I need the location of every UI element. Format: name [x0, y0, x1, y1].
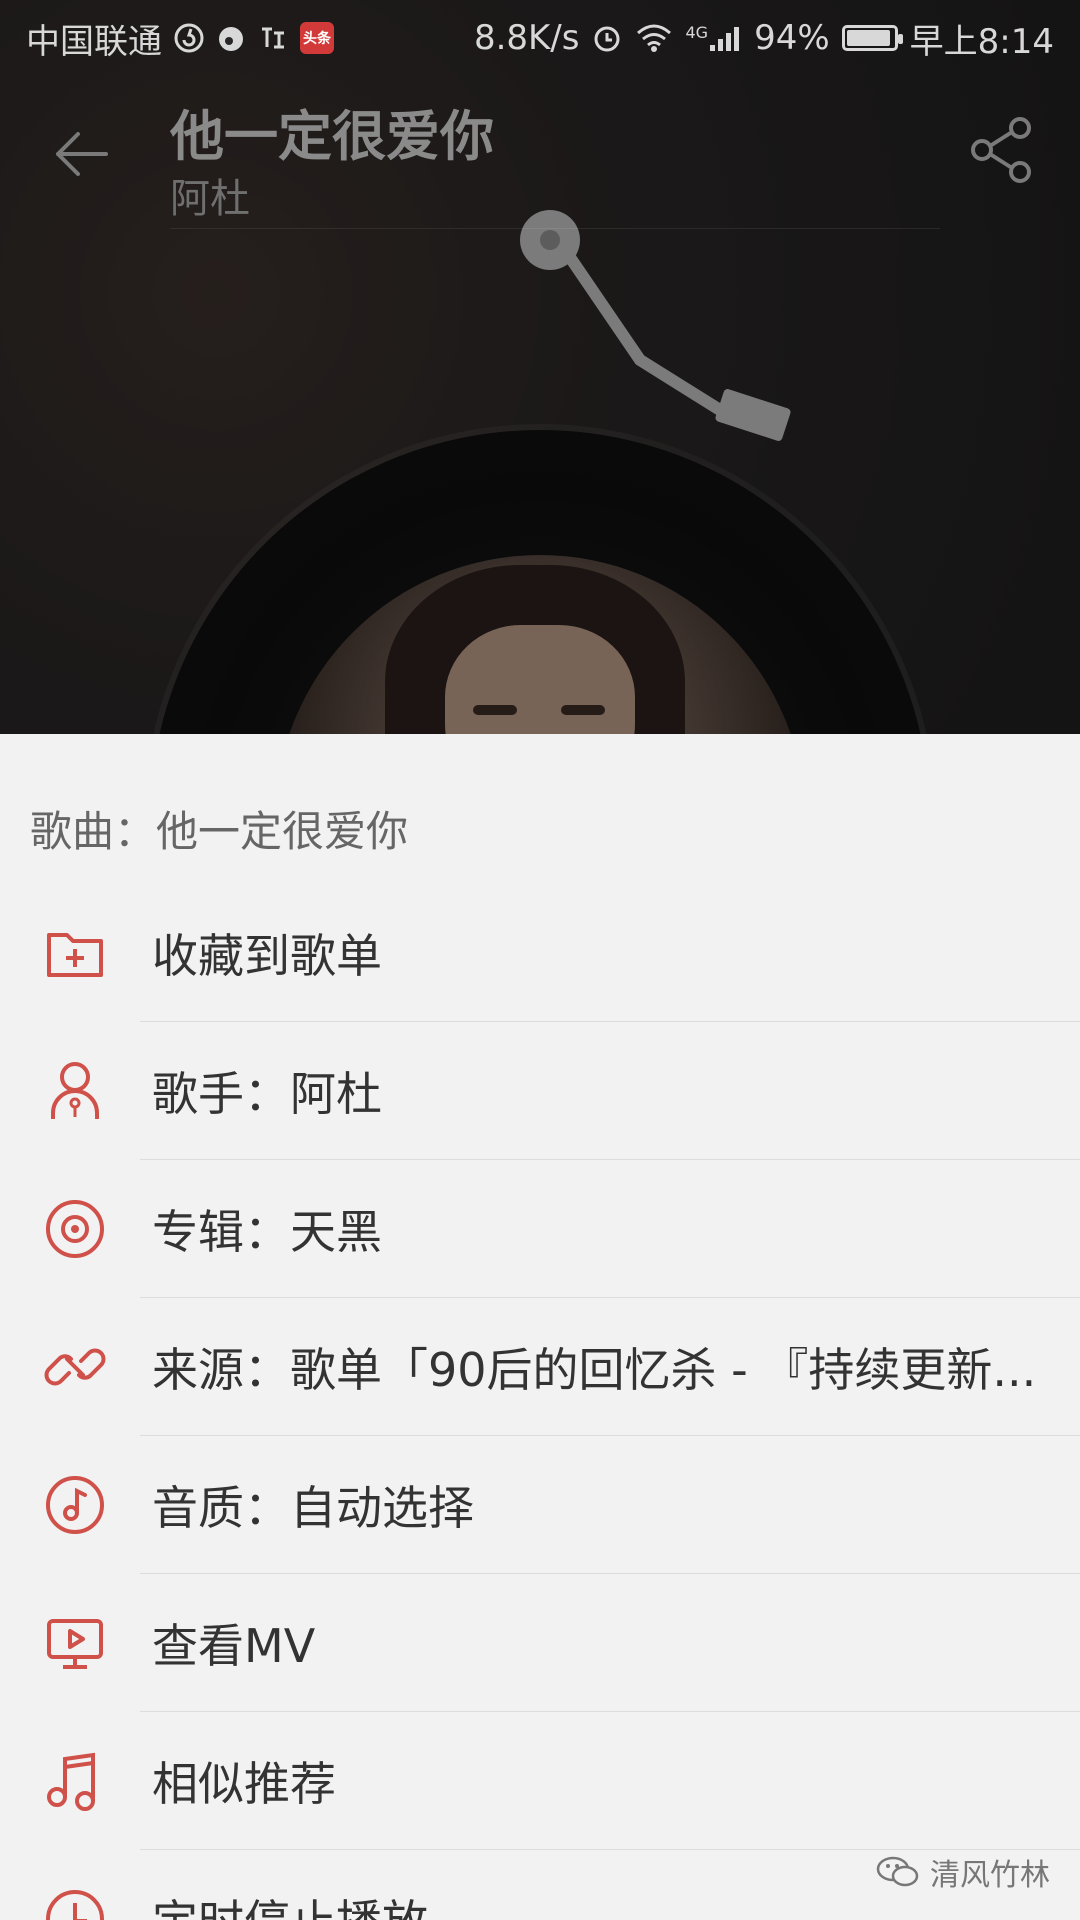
- menu-item-source[interactable]: 来源：歌单「90后的回忆杀 - 『持续更新...: [0, 1298, 1080, 1436]
- signal-icon: 4G: [685, 23, 742, 53]
- carrier-text: 中国联通: [26, 21, 162, 62]
- music-note-icon: [40, 1746, 110, 1816]
- share-button[interactable]: [964, 112, 1040, 188]
- status-left: 中国联通 头条: [26, 14, 334, 63]
- song-options-sheet: 歌曲：他一定很爱你 收藏到歌单 歌手：阿杜 专辑：天黑 来源：歌单「90后的回忆…: [0, 734, 1080, 1920]
- battery-icon: [841, 25, 903, 51]
- menu-label: 歌手：阿杜: [152, 1067, 382, 1121]
- menu-item-singer[interactable]: 歌手：阿杜: [0, 1022, 1080, 1160]
- xiami-icon: [258, 23, 288, 53]
- player-header: 他一定很爱你 阿杜: [0, 86, 1080, 229]
- wifi-icon: [635, 23, 673, 53]
- options-menu: 收藏到歌单 歌手：阿杜 专辑：天黑 来源：歌单「90后的回忆杀 - 『持续更新.…: [0, 884, 1080, 1920]
- menu-label: 专辑：天黑: [152, 1205, 382, 1259]
- status-right: 8.8K/s 4G 94% 早上8:14: [474, 14, 1054, 63]
- network-type: 4G: [685, 23, 709, 42]
- menu-item-similar[interactable]: 相似推荐: [0, 1712, 1080, 1850]
- menu-label: 相似推荐: [152, 1757, 336, 1811]
- clock-icon: [40, 1884, 110, 1920]
- menu-label: 来源：歌单「90后的回忆杀 - 『持续更新...: [152, 1343, 1037, 1397]
- weibo-icon: [216, 23, 246, 53]
- share-icon: [971, 117, 1031, 183]
- watermark: 清风竹林: [876, 1850, 1050, 1894]
- arrow-left-icon: [56, 132, 108, 176]
- menu-item-album[interactable]: 专辑：天黑: [0, 1160, 1080, 1298]
- wechat-icon: [876, 1856, 919, 1887]
- album-disc-icon: [40, 1194, 110, 1264]
- battery-percent: 94%: [754, 18, 830, 58]
- menu-label: 收藏到歌单: [152, 929, 382, 983]
- netease-icon: [174, 23, 204, 53]
- song-title: 他一定很爱你: [170, 105, 494, 168]
- sound-quality-icon: [40, 1470, 110, 1540]
- clock-time: 早上8:14: [909, 21, 1054, 62]
- net-speed: 8.8K/s: [473, 18, 580, 58]
- singer-icon: [40, 1056, 110, 1126]
- mv-icon: [40, 1608, 110, 1678]
- alarm-icon: [591, 22, 623, 54]
- watermark-text: 清风竹林: [930, 1858, 1050, 1893]
- menu-item-add-to-playlist[interactable]: 收藏到歌单: [0, 884, 1080, 1022]
- menu-item-view-mv[interactable]: 查看MV: [0, 1574, 1080, 1712]
- link-icon: [40, 1332, 110, 1402]
- battery-fill: [846, 30, 890, 46]
- song-artist: 阿杜: [170, 176, 250, 222]
- menu-label: 查看MV: [152, 1619, 316, 1673]
- folder-add-icon: [40, 918, 110, 988]
- header-divider: [170, 228, 940, 229]
- back-button[interactable]: [44, 116, 120, 192]
- menu-item-sound-quality[interactable]: 音质：自动选择: [0, 1436, 1080, 1574]
- menu-label: 音质：自动选择: [152, 1481, 474, 1535]
- toutiao-badge-icon: 头条: [300, 22, 334, 54]
- sheet-title: 歌曲：他一定很爱你: [30, 807, 409, 856]
- status-bar: 中国联通 头条 8.8K/s 4G 94% 早上8:14: [0, 0, 1080, 76]
